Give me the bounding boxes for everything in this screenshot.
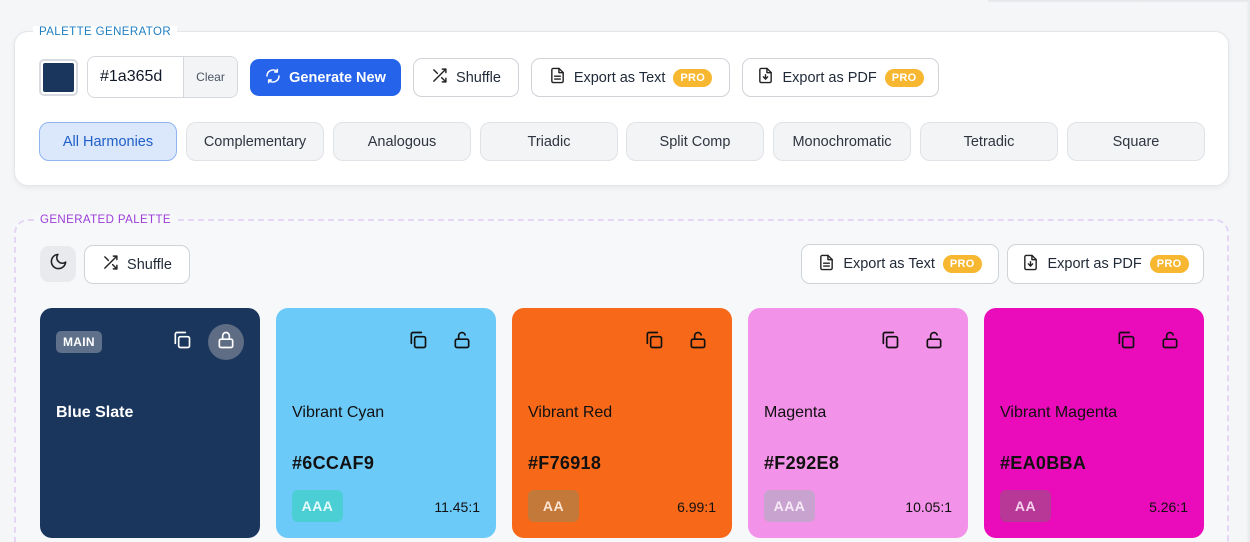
unlock-icon — [924, 330, 944, 355]
wcag-badge: AAA — [292, 490, 343, 522]
file-text-icon — [549, 67, 566, 88]
pro-badge: PRO — [884, 68, 924, 87]
unlock-icon — [1160, 330, 1180, 355]
unlock-icon — [452, 330, 472, 355]
moon-icon — [49, 252, 68, 276]
contrast-ratio: 5.26:1 — [1149, 499, 1188, 515]
harmony-complementary[interactable]: Complementary — [186, 122, 324, 161]
main-badge: MAIN — [56, 331, 102, 353]
color-hex: #6CCAF9 — [292, 453, 375, 473]
shuffle-label: Shuffle — [456, 69, 501, 86]
color-hex: #F76918 — [528, 453, 602, 473]
harmony-monochromatic[interactable]: Monochromatic — [773, 122, 911, 161]
copy-icon — [1116, 330, 1136, 355]
color-name: Magenta — [764, 404, 827, 421]
lock-button[interactable] — [208, 324, 244, 360]
harmony-square[interactable]: Square — [1067, 122, 1205, 161]
harmony-all[interactable]: All Harmonies — [39, 122, 177, 161]
copy-button[interactable] — [164, 324, 200, 360]
hex-input-group: Clear — [87, 56, 238, 98]
unlock-button[interactable] — [1152, 324, 1188, 360]
export-pdf-label: Export as PDF — [782, 69, 877, 86]
file-download-icon — [1022, 254, 1039, 275]
contrast-ratio: 6.99:1 — [677, 499, 716, 515]
color-name: Vibrant Cyan — [292, 404, 385, 421]
harmony-split-comp[interactable]: Split Comp — [626, 122, 764, 161]
harmony-triadic[interactable]: Triadic — [480, 122, 618, 161]
refresh-icon — [265, 68, 281, 88]
generate-new-button[interactable]: Generate New — [250, 59, 401, 96]
palette-shuffle-button[interactable]: Shuffle — [84, 245, 190, 284]
color-card[interactable]: Vibrant Red #F76918 AA 6.99:1 — [512, 308, 732, 538]
color-name: Vibrant Red — [528, 404, 613, 421]
section-label-palette: GENERATED PALETTE — [34, 214, 177, 226]
color-picker-swatch[interactable] — [39, 59, 78, 96]
contrast-ratio: 10.05:1 — [905, 499, 952, 515]
file-download-icon — [757, 67, 774, 88]
window-edge-shadow — [988, 0, 1250, 3]
export-text-button[interactable]: Export as Text PRO — [531, 58, 730, 97]
color-card-main[interactable]: MAIN Blue Slate — [40, 308, 260, 538]
export-text-label: Export as Text — [843, 256, 935, 272]
section-label-generator: PALETTE GENERATOR — [33, 26, 178, 38]
copy-icon — [408, 330, 428, 355]
current-color-preview — [43, 63, 74, 92]
shuffle-icon — [431, 67, 448, 88]
lock-icon — [216, 330, 236, 355]
file-text-icon — [818, 254, 835, 275]
clear-button[interactable]: Clear — [183, 57, 237, 97]
copy-button[interactable] — [1108, 324, 1144, 360]
shuffle-icon — [102, 254, 119, 275]
color-hex: #EA0BBA — [1000, 453, 1087, 473]
export-pdf-label: Export as PDF — [1047, 256, 1142, 272]
copy-icon — [644, 330, 664, 355]
copy-icon — [172, 330, 192, 355]
wcag-badge: AA — [1000, 490, 1051, 522]
scrollbar-track[interactable] — [1246, 0, 1250, 542]
color-card[interactable]: Vibrant Cyan #6CCAF9 AAA 11.45:1 — [276, 308, 496, 538]
palette-export-text-button[interactable]: Export as Text PRO — [801, 244, 999, 284]
pro-badge: PRO — [673, 68, 713, 87]
shuffle-button[interactable]: Shuffle — [413, 58, 519, 97]
pro-badge: PRO — [1149, 255, 1189, 273]
unlock-button[interactable] — [680, 324, 716, 360]
contrast-ratio: 11.45:1 — [434, 499, 480, 515]
pro-badge: PRO — [942, 255, 982, 273]
color-name: Vibrant Magenta — [1000, 404, 1118, 421]
generate-new-label: Generate New — [289, 69, 386, 86]
harmony-analogous[interactable]: Analogous — [333, 122, 471, 161]
color-card[interactable]: Magenta #F292E8 AAA 10.05:1 — [748, 308, 968, 538]
copy-button[interactable] — [400, 324, 436, 360]
export-text-label: Export as Text — [573, 69, 666, 86]
palette-export-pdf-button[interactable]: Export as PDF PRO — [1007, 244, 1204, 284]
copy-button[interactable] — [872, 324, 908, 360]
unlock-button[interactable] — [444, 324, 480, 360]
color-hex: #F292E8 — [764, 453, 840, 473]
shuffle-label: Shuffle — [127, 256, 172, 273]
wcag-badge: AAA — [764, 490, 815, 522]
unlock-icon — [688, 330, 708, 355]
wcag-badge: AA — [528, 490, 579, 522]
color-name: Blue Slate — [56, 404, 134, 421]
export-pdf-button[interactable]: Export as PDF PRO — [742, 58, 939, 97]
harmony-tetradic[interactable]: Tetradic — [920, 122, 1058, 161]
unlock-button[interactable] — [916, 324, 952, 360]
hex-color-input[interactable] — [88, 57, 183, 97]
copy-icon — [880, 330, 900, 355]
palette-generator-panel — [14, 31, 1229, 186]
copy-button[interactable] — [636, 324, 672, 360]
dark-mode-toggle[interactable] — [40, 246, 76, 282]
color-card[interactable]: Vibrant Magenta #EA0BBA AA 5.26:1 — [984, 308, 1204, 538]
